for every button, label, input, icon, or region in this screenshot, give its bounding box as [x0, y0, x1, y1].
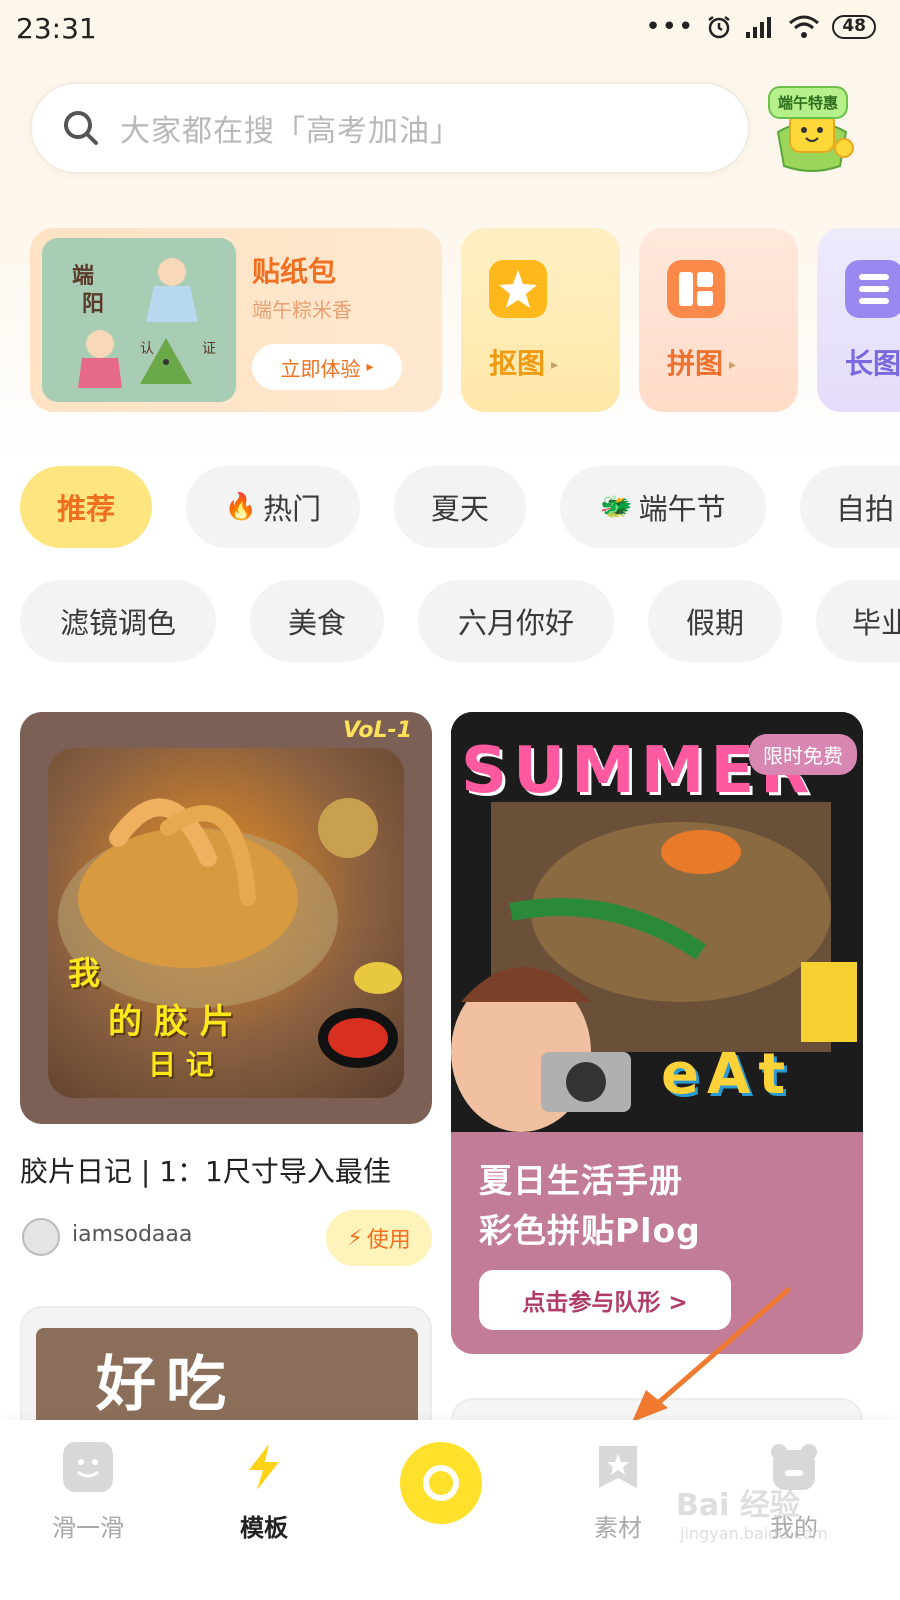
long-image-label: 长图 [845, 347, 900, 380]
status-time: 23:31 [16, 12, 97, 45]
lightning-nav-icon [249, 1444, 279, 1490]
try-now-button[interactable]: 立即体验 ▸ [252, 344, 402, 390]
search-placeholder: 大家都在搜「高考加油」 [120, 114, 461, 149]
overlay-line-3: 日 记 [148, 1048, 214, 1081]
chip-selfie-label: 自拍 [836, 492, 895, 526]
author-name[interactable]: iamsodaaa [72, 1222, 192, 1247]
film-diary-photo: 我 的 胶 片 日 记 [48, 748, 404, 1098]
chip-dragon-boat-label: 端午节 [638, 492, 726, 526]
volume-label: VoL-1 [343, 718, 412, 743]
cutout-label: 抠图 ▸ [489, 347, 559, 380]
collage-icon [667, 260, 725, 318]
chip-hot-label: 热门 [263, 492, 322, 526]
sticker-pack-title: 贴纸包 [252, 255, 337, 288]
chip-filter[interactable]: 滤镜调色 [20, 580, 216, 662]
chip-summer-label: 夏天 [430, 492, 489, 526]
alarm-icon [708, 16, 731, 39]
sticker-char-zheng: 证 [202, 341, 216, 357]
summer-plog-template-card[interactable]: SUMMER eAt 限时免费 夏日生活手册 彩色拼贴Plog 点击参与队形 > [451, 712, 863, 1354]
chip-food-label: 美食 [287, 606, 346, 640]
chip-filter-label: 滤镜调色 [59, 606, 176, 640]
overlay-line-1: 我 [68, 954, 101, 992]
lightning-icon: ⚡ [347, 1225, 363, 1251]
cutout-tool-card[interactable]: 抠图 ▸ [461, 228, 620, 412]
camera-icon [423, 1465, 459, 1501]
dragon-icon: 🐲 [600, 492, 633, 522]
nav-templates[interactable]: 模板 [204, 1442, 324, 1543]
chip-graduation-label: 毕业 [852, 606, 900, 640]
chip-holiday-label: 假期 [685, 606, 744, 640]
sticker-pack-card[interactable]: 端 阳 认 证 贴纸包 端午粽米香 立即体验 ▸ [30, 228, 442, 412]
signal-icon [746, 17, 772, 38]
overlay-line-2: 的 胶 片 [108, 1002, 234, 1042]
chip-summer[interactable]: 夏天 [394, 466, 526, 548]
chip-dragon-boat[interactable]: 🐲 端午节 [560, 466, 766, 548]
use-label: 使用 [366, 1228, 411, 1253]
swipe-face-icon [63, 1442, 113, 1492]
chevron-right-icon: ▸ [366, 359, 374, 375]
dragon-boat-promo[interactable]: 端午特惠 [764, 82, 860, 174]
sticker-pack-subtitle: 端午粽米香 [252, 298, 352, 322]
limited-free-badge: 限时免费 [749, 734, 857, 775]
long-image-icon [845, 260, 900, 318]
sticker-char-ren: 认 [140, 341, 154, 357]
collage-label: 拼图 ▸ [667, 347, 737, 380]
nav-materials-label: 素材 [594, 1514, 642, 1542]
summer-overlay-eat: eAt [661, 1042, 794, 1107]
status-bar: 23:31 ••• 48 [0, 0, 900, 62]
collage-tool-card[interactable]: 拼图 ▸ [639, 228, 798, 412]
summer-title-line1: 夏日生活手册 [479, 1161, 683, 1200]
film-diary-template-card[interactable]: VoL-1 我 的 胶 片 日 记 [20, 712, 432, 1124]
chip-hot[interactable]: 🔥 热门 [186, 466, 360, 548]
author-avatar[interactable] [22, 1218, 60, 1256]
chip-hello-june-label: 六月你好 [457, 606, 574, 640]
chip-holiday[interactable]: 假期 [648, 580, 782, 662]
camera-button[interactable] [400, 1442, 482, 1524]
summer-title-line2: 彩色拼贴Plog [479, 1211, 701, 1250]
chip-hello-june[interactable]: 六月你好 [418, 580, 614, 662]
nav-materials[interactable]: 素材 [558, 1442, 678, 1543]
search-bar[interactable]: 大家都在搜「高考加油」 [30, 82, 750, 174]
join-trend-button[interactable]: 点击参与队形 > [479, 1270, 731, 1330]
card3-overlay-text: 好吃 [96, 1350, 236, 1420]
fire-icon: 🔥 [224, 492, 258, 522]
nav-swipe[interactable]: 滑一滑 [28, 1442, 148, 1543]
summer-plog-title: 夏日生活手册 彩色拼贴Plog [479, 1156, 701, 1256]
nav-swipe-label: 滑一滑 [52, 1514, 124, 1542]
chip-selfie[interactable]: 自拍 [800, 466, 900, 548]
promo-tag: 端午特惠 [768, 86, 849, 119]
battery-indicator: 48 [832, 15, 876, 39]
sticker-preview-image: 端 阳 认 证 [42, 238, 236, 402]
baidu-watermark: Bai 经验 [676, 1488, 800, 1523]
use-template-button[interactable]: ⚡ 使用 [326, 1210, 432, 1266]
more-dots-icon: ••• [645, 12, 695, 42]
chip-food[interactable]: 美食 [250, 580, 384, 662]
wifi-icon [789, 15, 820, 38]
nav-templates-label: 模板 [240, 1514, 288, 1542]
star-bookmark-icon [599, 1446, 637, 1488]
chip-recommend[interactable]: 推荐 [20, 466, 152, 548]
status-icons: ••• 48 [645, 14, 876, 40]
try-now-label: 立即体验 [280, 356, 361, 381]
chip-recommend-label: 推荐 [56, 492, 115, 526]
film-diary-overlay-text: 我 的 胶 片 日 记 [68, 948, 234, 1083]
baidu-watermark-url: jingyan.baidu.com [680, 1524, 828, 1543]
cutout-icon [489, 260, 547, 318]
chip-graduation[interactable]: 毕业 [816, 580, 900, 662]
summer-collage-image: SUMMER eAt 限时免费 [451, 712, 863, 1132]
sticker-figure-icon [78, 258, 198, 388]
search-icon [64, 111, 98, 145]
long-image-tool-card[interactable]: 长图 [817, 228, 900, 412]
film-diary-title: 胶片日记 | 1：1尺寸导入最佳 [20, 1155, 391, 1188]
